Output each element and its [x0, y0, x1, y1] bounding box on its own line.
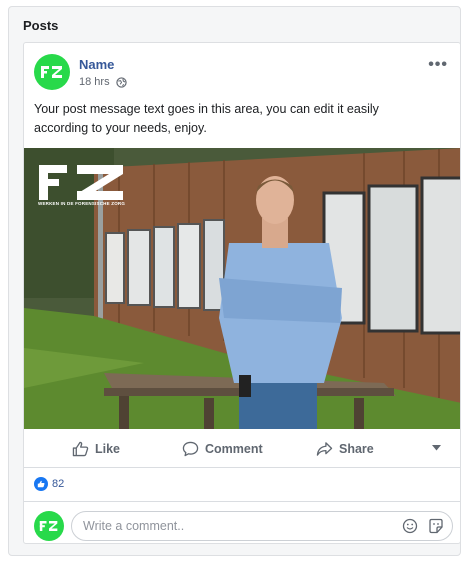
like-button[interactable]: Like: [72, 441, 120, 457]
comment-input[interactable]: Write a comment..: [71, 511, 453, 541]
comment-bubble-icon: [182, 441, 199, 457]
post-options-button[interactable]: •••: [428, 56, 448, 74]
reactions-summary[interactable]: 82: [34, 477, 64, 491]
fz-logo-icon: [39, 521, 58, 531]
sticker-icon[interactable]: [428, 518, 444, 534]
commenter-avatar: [34, 511, 64, 541]
divider: [24, 501, 460, 502]
reaction-count: 82: [52, 478, 65, 490]
post-message: Your post message text goes in this area…: [34, 102, 379, 135]
like-reaction-icon: [34, 477, 48, 491]
comment-label: Comment: [205, 442, 263, 456]
share-label: Share: [339, 442, 374, 456]
emoji-icon[interactable]: [402, 518, 418, 534]
fz-logo-icon: [41, 66, 62, 78]
comment-button[interactable]: Comment: [182, 441, 263, 457]
globe-icon: [115, 76, 127, 88]
comment-placeholder: Write a comment..: [83, 519, 185, 533]
author-avatar[interactable]: [34, 54, 70, 90]
share-button[interactable]: Share: [316, 441, 374, 457]
post-time[interactable]: 18 hrs: [79, 76, 110, 88]
post-meta: 18 hrs: [79, 76, 127, 88]
share-arrow-icon: [316, 442, 333, 456]
thumbs-up-icon: [72, 441, 89, 457]
caret-down-icon: [432, 445, 441, 451]
divider: [24, 467, 460, 468]
post-actions-bar: Like Comment Share: [24, 431, 460, 467]
share-options-button[interactable]: [432, 445, 441, 451]
author-name[interactable]: Name: [79, 57, 114, 72]
like-label: Like: [95, 442, 121, 456]
photo-illustration: [24, 148, 460, 429]
section-title: Posts: [23, 18, 59, 33]
image-logo-tagline: WERKEN IN DE FORENSISCHE ZORG: [38, 201, 126, 206]
post-photo[interactable]: WERKEN IN DE FORENSISCHE ZORG: [24, 148, 460, 429]
post-card: Name 18 hrs ••• Your post message text g…: [23, 42, 461, 544]
